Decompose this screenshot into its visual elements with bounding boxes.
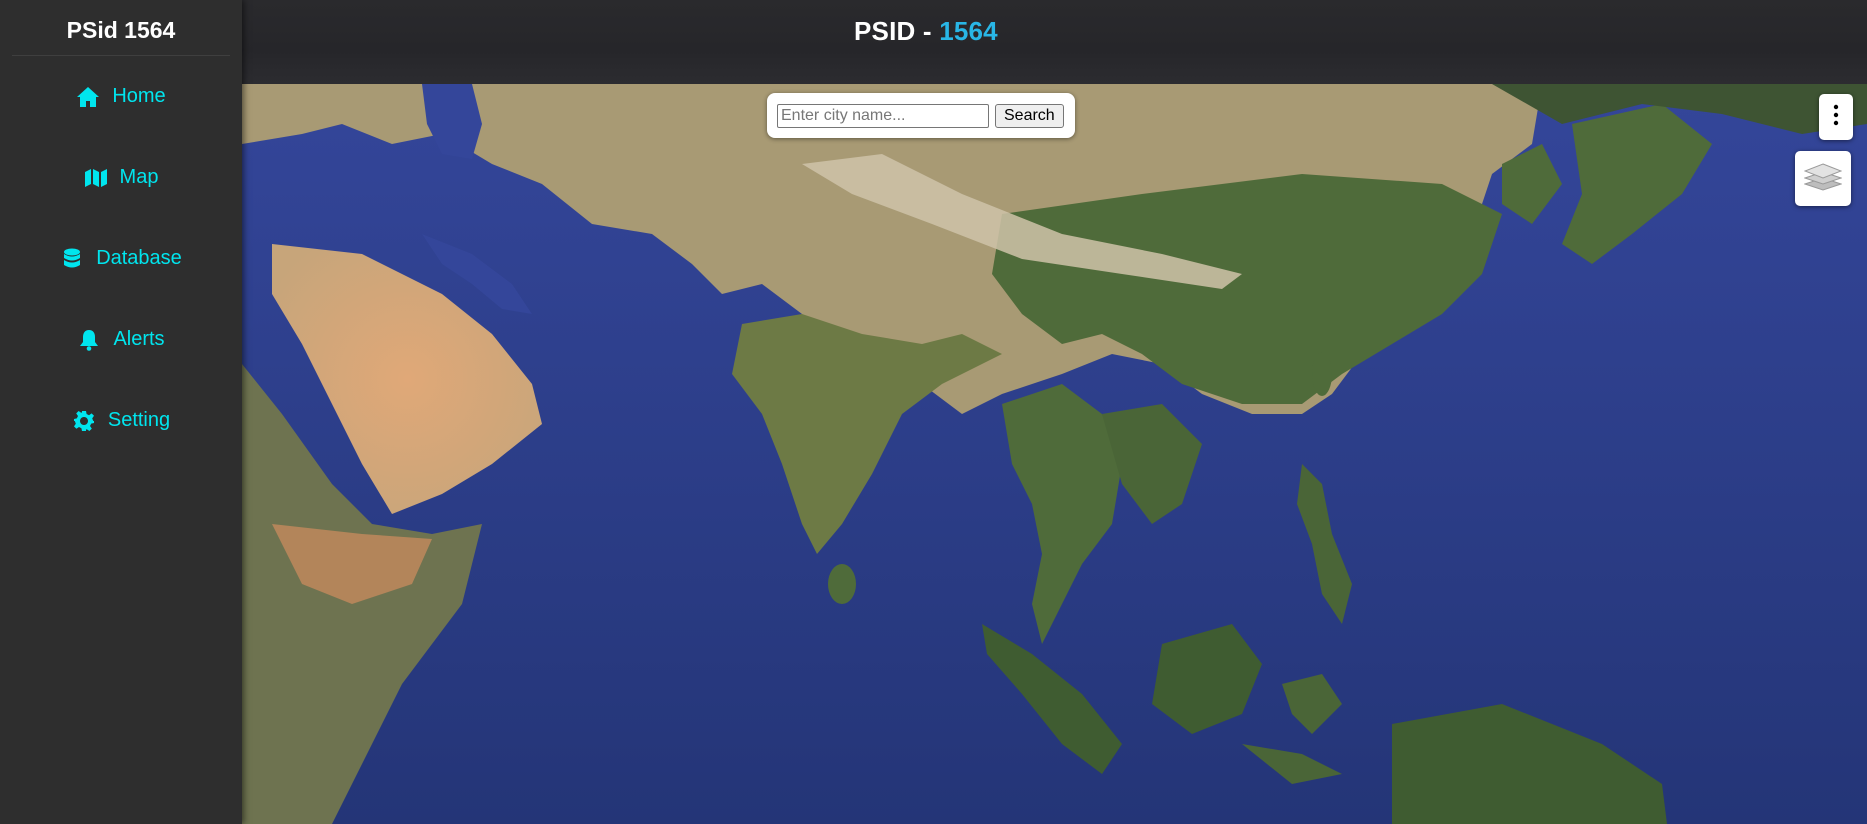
page-title: PSID - 1564: [854, 16, 998, 47]
sidebar-item-label: Setting: [107, 409, 171, 431]
page-title-prefix: PSID -: [854, 16, 940, 46]
map-more-options-button[interactable]: [1819, 94, 1853, 140]
sidebar-brand: PSid 1564: [12, 0, 230, 56]
sidebar-nav: Home Map Database Alerts Setting: [0, 56, 242, 461]
page-title-accent: 1564: [939, 16, 998, 46]
sidebar-item-label: Database: [96, 247, 182, 269]
sidebar-item-alerts[interactable]: Alerts: [0, 299, 242, 380]
city-search-box: Search: [767, 93, 1075, 138]
map-canvas[interactable]: [242, 84, 1867, 824]
sidebar-item-setting[interactable]: Setting: [0, 380, 242, 461]
sidebar-item-label: Home: [112, 85, 166, 107]
layers-icon: [1803, 160, 1843, 197]
vertical-dots-icon: [1833, 104, 1839, 131]
top-header: PSID - 1564: [242, 0, 1867, 84]
sidebar: PSid 1564 Home Map Database Alerts Setti…: [0, 0, 242, 824]
search-button[interactable]: Search: [995, 103, 1064, 128]
sidebar-item-map[interactable]: Map: [0, 137, 242, 218]
bell-icon: [77, 329, 101, 351]
sidebar-item-home[interactable]: Home: [0, 56, 242, 137]
sidebar-item-label: Map: [119, 166, 159, 188]
map-layers-button[interactable]: [1795, 151, 1851, 206]
home-icon: [76, 86, 100, 108]
gear-icon: [72, 410, 96, 432]
satellite-map-image: [242, 84, 1867, 824]
map-icon: [84, 167, 108, 189]
database-icon: [60, 248, 84, 270]
city-search-input[interactable]: [777, 103, 989, 128]
app-root: PSid 1564 Home Map Database Alerts Setti…: [0, 0, 1867, 824]
sidebar-item-label: Alerts: [113, 328, 165, 350]
sidebar-item-database[interactable]: Database: [0, 218, 242, 299]
